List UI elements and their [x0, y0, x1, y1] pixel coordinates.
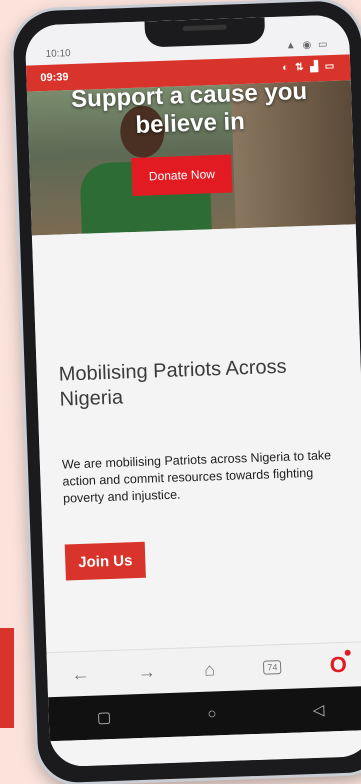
phone-screen: 10:10 ▲ ◉ ▭ 09:39 ◐ ⇅ ▟ ▭ Support a caus…: [24, 14, 361, 768]
tabs-count-icon[interactable]: 74: [263, 660, 282, 675]
outer-status-icons: ▲ ◉ ▭: [285, 39, 330, 52]
opera-logo: O: [329, 651, 348, 678]
main-content: Mobilising Patriots Across Nigeria We ar…: [31, 224, 361, 656]
notification-dot: [344, 649, 351, 656]
phone-notch: [144, 17, 266, 48]
donate-now-button[interactable]: Donate Now: [131, 154, 233, 196]
home-icon[interactable]: ⌂: [204, 659, 216, 680]
forward-arrow-icon[interactable]: →: [137, 661, 156, 683]
outer-status-time: 10:10: [45, 48, 71, 60]
nav-back-icon[interactable]: ◁: [313, 701, 325, 719]
join-us-button[interactable]: Join Us: [64, 541, 146, 581]
decorative-red-block: [0, 628, 14, 728]
recent-apps-icon[interactable]: ▢: [97, 708, 112, 726]
back-arrow-icon[interactable]: ←: [71, 663, 90, 685]
opera-menu-icon[interactable]: O: [329, 649, 351, 679]
section-description: We are mobilising Patriots across Nigeri…: [61, 448, 332, 506]
speaker-grille: [182, 24, 227, 32]
section-title: Mobilising Patriots Across Nigeria: [58, 355, 287, 411]
phone-mockup: 10:10 ▲ ◉ ▭ 09:39 ◐ ⇅ ▟ ▭ Support a caus…: [12, 0, 361, 784]
inner-status-icons: ◐ ⇅ ▟ ▭: [282, 60, 337, 74]
inner-status-time: 09:39: [40, 71, 69, 85]
nav-home-icon[interactable]: ○: [207, 705, 217, 722]
hero-banner: Support a cause you believe in Donate No…: [26, 80, 356, 236]
